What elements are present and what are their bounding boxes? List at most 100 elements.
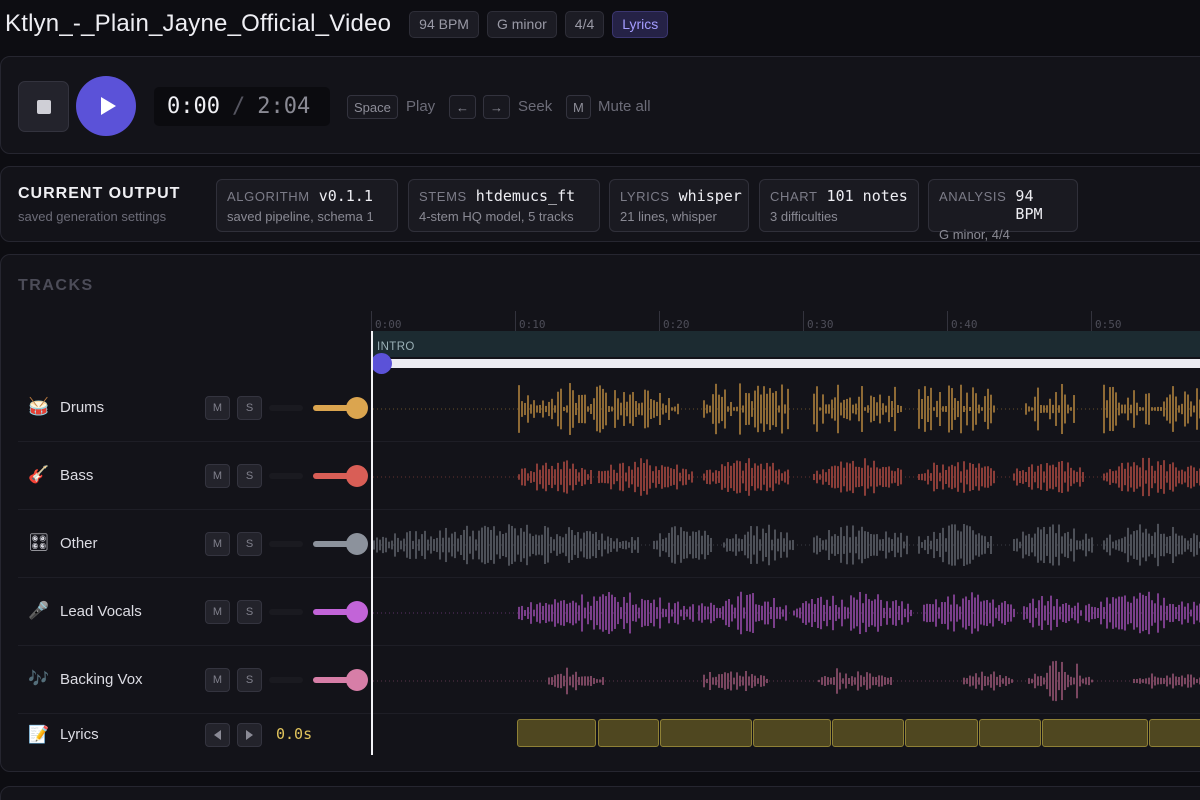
waveform-bar — [640, 458, 642, 496]
timeline-ruler[interactable]: 0:00 0:10 0:20 0:30 0:40 0:50 — [371, 311, 1200, 333]
waveform-bar — [566, 603, 568, 623]
waveform-bar — [689, 606, 691, 620]
waveform-bar — [653, 400, 655, 418]
waveform-bar — [942, 464, 944, 490]
waveform-bar — [1148, 533, 1150, 557]
mute-button[interactable]: M — [205, 668, 230, 692]
other-waveform[interactable] — [373, 511, 1200, 578]
solo-button[interactable]: S — [237, 464, 262, 488]
volume-slider-handle[interactable] — [346, 397, 368, 419]
stop-button[interactable] — [18, 81, 69, 132]
waveform-bar — [1058, 405, 1060, 413]
lyric-line-block[interactable] — [905, 719, 978, 747]
waveform-bar — [984, 675, 986, 687]
lyric-line-block[interactable] — [832, 719, 904, 747]
solo-button[interactable]: S — [237, 532, 262, 556]
card-label: ALGORITHM — [227, 189, 310, 204]
waveform-bar — [787, 469, 789, 485]
waveform-bar — [581, 594, 583, 632]
waveform-bar — [557, 602, 559, 624]
play-button[interactable] — [76, 76, 136, 136]
lyric-line-block[interactable] — [598, 719, 659, 747]
section-marker-intro[interactable]: INTRO — [371, 331, 1200, 357]
solo-button[interactable]: S — [237, 600, 262, 624]
waveform-bar — [601, 471, 603, 483]
waveform-bar — [557, 462, 559, 492]
lead-vocals-waveform[interactable] — [373, 579, 1200, 646]
mute-button[interactable]: M — [205, 464, 230, 488]
waveform-bar — [843, 467, 845, 487]
waveform-bar — [903, 541, 905, 549]
lyrics-offset-back-button[interactable] — [205, 723, 230, 747]
waveform-bar — [611, 594, 613, 632]
waveform-bar — [382, 536, 384, 554]
waveform-bar — [1019, 541, 1021, 549]
waveform-bar — [1073, 528, 1075, 562]
waveform-bar — [724, 466, 726, 488]
solo-button[interactable]: S — [237, 396, 262, 420]
mute-button[interactable]: M — [205, 600, 230, 624]
waveform-bar — [927, 535, 929, 555]
bass-waveform[interactable] — [373, 443, 1200, 510]
waveform-bar — [861, 467, 863, 487]
waveform-bar — [674, 406, 676, 412]
waveform-bar — [661, 465, 663, 489]
waveform-bar — [533, 400, 535, 418]
waveform-bar — [560, 600, 562, 626]
waveform-bar — [583, 532, 585, 558]
waveform-bar — [667, 466, 669, 488]
lyrics-card: LYRICS whisper 21 lines, whisper — [609, 179, 749, 232]
waveform-bar — [1178, 405, 1180, 413]
volume-slider-handle[interactable] — [346, 601, 368, 623]
waveform-bar — [918, 389, 920, 429]
waveform-bar — [1025, 535, 1027, 555]
lyric-line-block[interactable] — [517, 719, 596, 747]
solo-button[interactable]: S — [237, 668, 262, 692]
waveform-bar — [966, 469, 968, 485]
waveform-bar — [626, 401, 628, 417]
waveform-bar — [1038, 600, 1040, 626]
waveform-bar — [625, 540, 627, 550]
waveform-bar — [1044, 605, 1046, 621]
waveform-bar — [524, 402, 526, 416]
waveform-bar — [987, 388, 989, 430]
waveform-bar — [894, 386, 896, 432]
waveform-bar — [527, 607, 529, 619]
mute-button[interactable]: M — [205, 396, 230, 420]
lyric-line-block[interactable] — [1042, 719, 1148, 747]
drums-waveform[interactable] — [373, 375, 1200, 442]
waveform-bar — [563, 461, 565, 493]
waveform-bar — [838, 607, 840, 619]
waveform-bar — [1052, 464, 1054, 490]
lyric-line-block[interactable] — [979, 719, 1041, 747]
waveform-bar — [1052, 404, 1054, 414]
waveform-bar — [876, 467, 878, 487]
waveform-bar — [586, 531, 588, 559]
waveform-bar — [760, 675, 762, 687]
lyric-line-block[interactable] — [660, 719, 752, 747]
waveform-bar — [1115, 540, 1117, 550]
lyric-line-block[interactable] — [753, 719, 831, 747]
playback-progress-bar[interactable] — [371, 359, 1200, 368]
waveform-bar — [1055, 467, 1057, 487]
volume-slider-handle[interactable] — [346, 533, 368, 555]
lyrics-badge[interactable]: Lyrics — [612, 10, 669, 38]
volume-slider-handle[interactable] — [346, 465, 368, 487]
lyric-line-block[interactable] — [1149, 719, 1200, 747]
volume-slider-handle[interactable] — [346, 669, 368, 691]
waveform-bar — [1142, 679, 1144, 683]
backing-vox-waveform[interactable] — [373, 647, 1200, 714]
playback-progress-handle[interactable] — [371, 353, 392, 374]
waveform-bar — [939, 472, 941, 482]
waveform-bar — [1091, 679, 1093, 683]
waveform-bar — [990, 674, 992, 688]
waveform-bar — [457, 538, 459, 552]
time-separator: / — [231, 94, 246, 119]
playhead-line[interactable] — [371, 331, 373, 755]
mute-button[interactable]: M — [205, 532, 230, 556]
waveform-bar — [957, 462, 959, 492]
lyrics-offset-forward-button[interactable] — [237, 723, 262, 747]
waveform-bar — [858, 466, 860, 488]
waveform-bar — [1127, 527, 1129, 563]
waveform-bar — [1175, 606, 1177, 620]
